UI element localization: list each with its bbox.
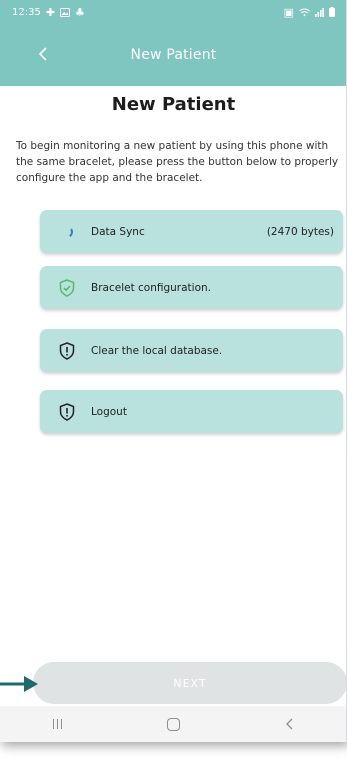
logout-label: Logout (91, 405, 127, 418)
android-nav-bar (0, 706, 346, 742)
data-sync-button[interactable]: Data Sync (2470 bytes) (40, 210, 343, 253)
phone-screen: 12:35 ✚ ♣ ▣ New Patient New Patient To b… (0, 0, 347, 742)
bracelet-configuration-label: Bracelet configuration. (91, 281, 212, 294)
shield-check-icon (57, 278, 77, 298)
status-right: ▣ (284, 7, 335, 18)
home-icon (166, 717, 180, 731)
image-icon (60, 7, 71, 17)
chevron-left-icon (285, 718, 293, 730)
pointer-arrow-icon (0, 676, 38, 692)
data-sync-size: (2470 bytes) (266, 225, 334, 238)
clear-database-label: Clear the local database. (91, 344, 223, 357)
notification-icon: ♣ (75, 5, 85, 19)
header-title: New Patient (130, 47, 217, 63)
app-header: New Patient (0, 24, 346, 86)
chevron-left-icon (38, 47, 47, 61)
system-back-button[interactable] (269, 711, 309, 737)
shield-alert-icon (57, 402, 77, 422)
status-left: 12:35 ✚ ♣ (12, 7, 85, 18)
wifi-icon (299, 8, 310, 16)
shield-alert-icon (57, 341, 77, 361)
status-time: 12:35 (12, 6, 41, 18)
signal-icon (315, 7, 324, 17)
sync-spinner-icon (57, 222, 77, 242)
recents-icon (53, 719, 63, 729)
plus-icon: ✚ (45, 5, 56, 19)
intro-text: To begin monitoring a new patient by usi… (16, 140, 339, 184)
bracelet-configuration-button[interactable]: Bracelet configuration. (40, 266, 343, 309)
home-button[interactable] (153, 711, 193, 737)
logout-button[interactable]: Logout (40, 390, 343, 433)
back-button[interactable] (30, 41, 56, 67)
recent-apps-button[interactable] (38, 711, 78, 737)
battery-icon (329, 7, 335, 17)
page-title: New Patient (111, 94, 236, 115)
lock-icon: ▣ (283, 5, 294, 19)
clear-database-button[interactable]: Clear the local database. (40, 329, 343, 372)
data-sync-label: Data Sync (91, 225, 145, 238)
next-button[interactable]: NEXT (33, 662, 346, 704)
status-bar: 12:35 ✚ ♣ ▣ (0, 0, 346, 24)
